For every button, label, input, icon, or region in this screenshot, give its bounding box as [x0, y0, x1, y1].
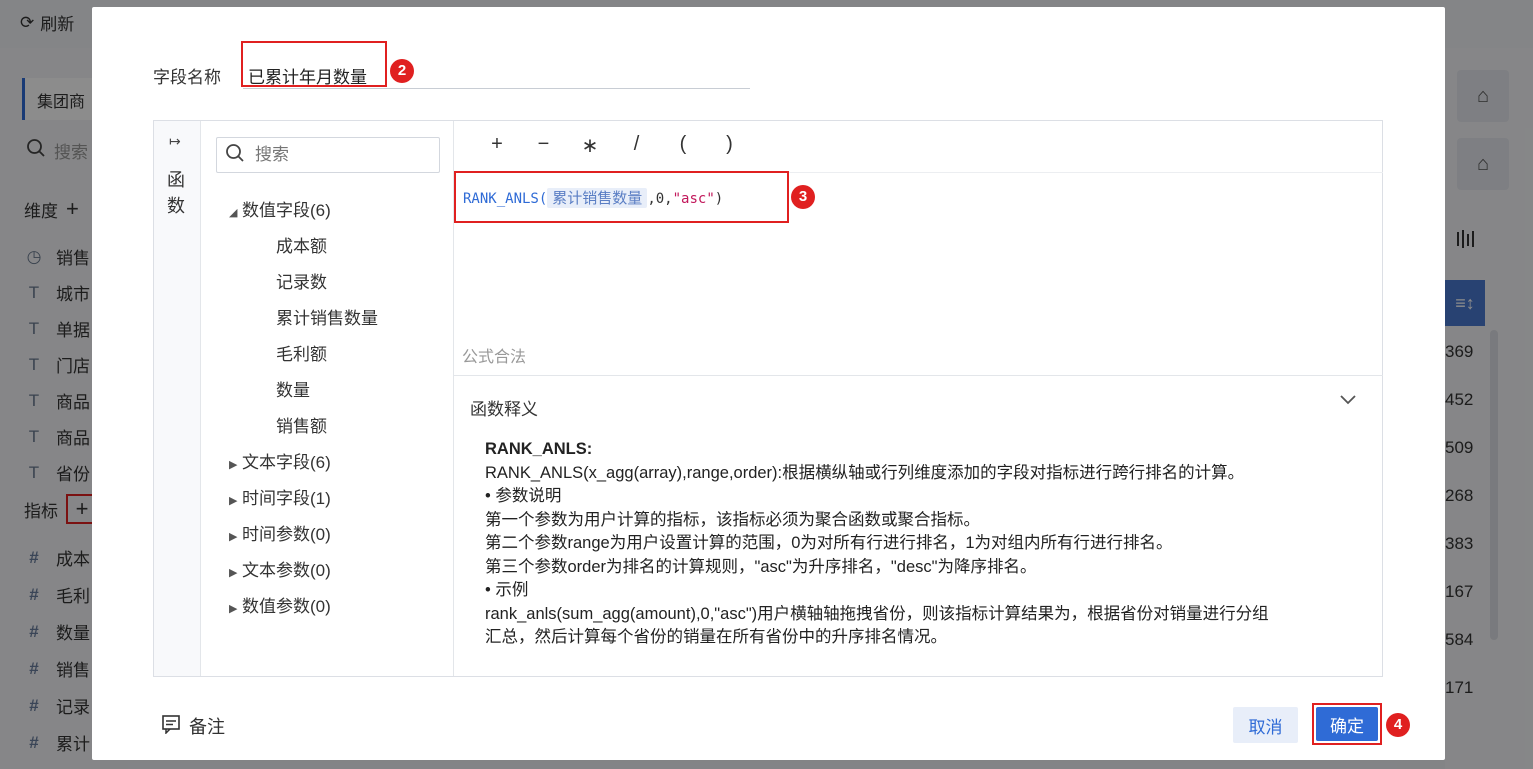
tree-group[interactable]: ▶ 时间参数(0)	[229, 520, 331, 545]
caret-right-icon: ▶	[229, 459, 238, 471]
tree-field-item[interactable]: 记录数	[276, 268, 327, 293]
note-icon	[161, 714, 181, 739]
description-line: 汇总，然后计算每个省份的销量在所有省份中的升序排名情况。	[485, 628, 947, 646]
tree-search-input[interactable]	[255, 145, 425, 165]
tree-group-numeric[interactable]: ◢ 数值字段(6)	[229, 196, 331, 221]
tree-group-label: 文本字段(6)	[242, 453, 331, 472]
tree-group-label: 时间参数(0)	[242, 525, 331, 544]
tree-group[interactable]: ▶ 数值参数(0)	[229, 592, 331, 617]
divide-button[interactable]: /	[627, 133, 647, 156]
tree-group-label: 数值字段(6)	[242, 201, 331, 220]
formula-function: RANK_ANLS(	[463, 191, 548, 207]
tree-group[interactable]: ▶ 时间字段(1)	[229, 484, 331, 509]
formula-input[interactable]: RANK_ANLS(累计销售数量 ,0,"asc")	[454, 171, 789, 223]
tree-field-item[interactable]: 成本额	[276, 232, 327, 257]
description-body: RANK_ANLS: RANK_ANLS(x_agg(array),range,…	[485, 438, 1365, 650]
confirm-highlight: 确定	[1312, 703, 1382, 745]
tree-group-label: 时间字段(1)	[242, 489, 331, 508]
description-line: 第一个参数为用户计算的指标，该指标必须为聚合函数或聚合指标。	[485, 510, 980, 529]
confirm-button[interactable]: 确定	[1316, 707, 1378, 741]
field-name-underline	[243, 88, 750, 89]
caret-right-icon: ▶	[229, 567, 238, 579]
formula-string: "asc"	[672, 191, 715, 207]
caret-right-icon: ▶	[229, 603, 238, 615]
tree-field-item[interactable]: 销售额	[276, 412, 327, 437]
caret-right-icon: ▶	[229, 531, 238, 543]
annotation-badge-4: 4	[1386, 713, 1410, 737]
function-description: 函数释义 RANK_ANLS: RANK_ANLS(x_agg(array),r…	[454, 375, 1383, 676]
description-line: • 参数说明	[485, 487, 562, 505]
note-button[interactable]: 备注	[161, 713, 225, 739]
calculated-field-dialog: 字段名称 已累计年月数量 2 ↦ 函数 ◢数值字段(6) 成本额记录数累计销售数…	[92, 7, 1445, 760]
caret-down-icon: ◢	[229, 207, 238, 219]
tree-field-item[interactable]: 累计销售数量	[276, 304, 378, 329]
tree-field-item[interactable]: 毛利额	[276, 340, 327, 365]
annotation-badge-2: 2	[390, 59, 414, 83]
tree-search[interactable]	[216, 137, 440, 173]
tree-field-item[interactable]: 数量	[276, 376, 310, 401]
formula-area: + − ∗ /() RANK_ANLS(累计销售数量 ,0,"asc") 3 公式合法 …	[454, 121, 1383, 676]
field-name-input[interactable]: 已累计年月数量	[241, 41, 387, 87]
minus-button[interactable]: −	[534, 133, 554, 156]
description-line: 第三个参数order为排名的计算规则，"asc"为升序排名，"desc"为降序排…	[485, 557, 1037, 576]
function-rail: ↦ 函数	[154, 121, 201, 676]
open-paren-button[interactable]: (	[673, 133, 693, 156]
field-name-label: 字段名称	[153, 68, 221, 87]
close-paren-button[interactable]: )	[720, 133, 740, 156]
annotation-badge-3: 3	[791, 185, 815, 209]
description-line: RANK_ANLS(x_agg(array),range,order):根据横纵…	[485, 463, 1245, 482]
description-header[interactable]: 函数释义	[470, 395, 538, 420]
tree-group-label: 文本参数(0)	[242, 561, 331, 580]
function-tab[interactable]: 函数	[167, 167, 187, 219]
tree-group-label: 数值参数(0)	[242, 597, 331, 616]
description-line: • 示例	[485, 581, 529, 599]
formula-close: )	[714, 191, 724, 207]
note-label: 备注	[189, 717, 225, 737]
formula-field-token[interactable]: 累计销售数量	[547, 188, 648, 208]
operator-bar: + − ∗ / ()	[454, 121, 1383, 173]
expand-panel-icon[interactable]: ↦	[169, 133, 181, 150]
field-tree: ◢ 数值字段(6) 成本额记录数累计销售数量毛利额数量销售额 ▶ 文本字段(6) ▶ 时…	[201, 121, 454, 676]
multiply-button[interactable]: ∗	[580, 133, 600, 158]
search-icon	[225, 143, 245, 168]
caret-right-icon: ▶	[229, 495, 238, 507]
tree-group[interactable]: ▶ 文本参数(0)	[229, 556, 331, 581]
cancel-button[interactable]: 取消	[1233, 707, 1298, 743]
tree-group[interactable]: ▶ 文本字段(6)	[229, 448, 331, 473]
description-title: RANK_ANLS:	[485, 440, 593, 458]
chevron-down-icon[interactable]	[1339, 390, 1357, 411]
plus-button[interactable]: +	[487, 133, 507, 156]
description-line: 第二个参数range为用户设置计算的范围，0为对所有行进行排名，1为对组内所有行…	[485, 534, 1173, 552]
formula-args: ,0,	[647, 191, 673, 207]
description-line: rank_anls(sum_agg(amount),0,"asc")用户横轴轴拖…	[485, 604, 1269, 623]
formula-editor: ↦ 函数 ◢数值字段(6) 成本额记录数累计销售数量毛利额数量销售额 ▶文本字段…	[153, 120, 1383, 677]
formula-validity: 公式合法	[462, 349, 527, 366]
